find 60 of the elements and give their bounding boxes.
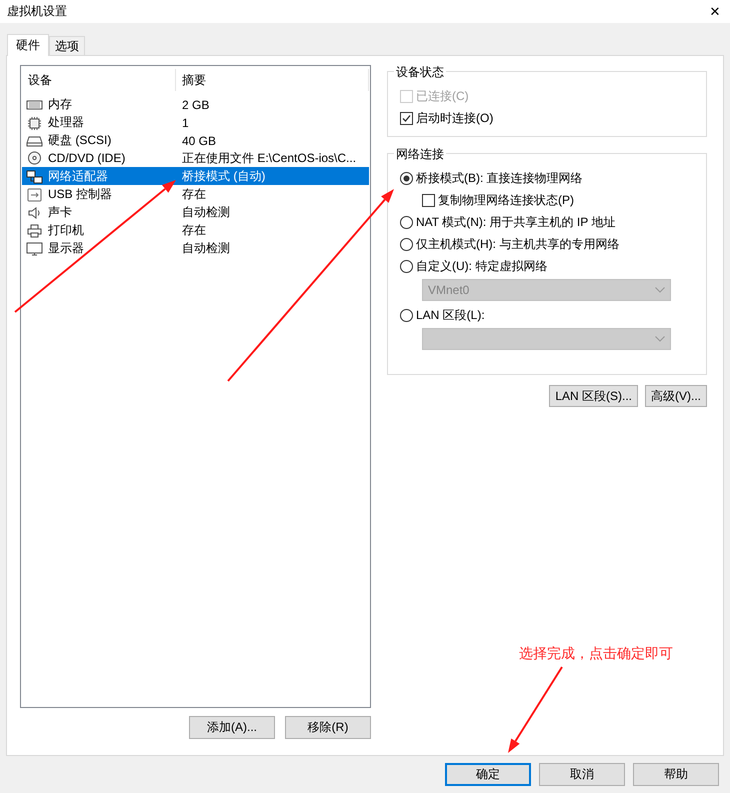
device-summary: 桥接模式 (自动)	[181, 168, 266, 185]
device-name: 内存	[47, 96, 73, 113]
list-row[interactable]: 显示器 自动检测	[22, 239, 369, 257]
tab[interactable]: 选项	[49, 36, 85, 55]
annotation-text: 选择完成，点击确定即可	[519, 645, 673, 663]
device-summary: 存在	[181, 186, 207, 203]
dialog-button[interactable]: 确定	[445, 763, 531, 786]
device-summary: 存在	[181, 222, 207, 239]
device-summary: 自动检测	[181, 204, 231, 221]
dialog-button[interactable]: 帮助	[633, 763, 719, 786]
chip-icon	[26, 116, 43, 130]
list-row[interactable]: 打印机 存在	[22, 221, 369, 239]
device-summary: 1	[181, 116, 190, 130]
checkbox-label[interactable]: 启动时连接(O)	[416, 110, 494, 126]
disc-icon	[26, 151, 43, 165]
device-name: 网络适配器	[47, 168, 109, 185]
radio-label[interactable]: 自定义(U): 特定虚拟网络	[416, 258, 548, 274]
column-header[interactable]: 摘要	[176, 69, 369, 91]
device-summary: 自动检测	[181, 240, 231, 257]
window-title: 虚拟机设置	[7, 3, 67, 20]
dialog-button[interactable]: LAN 区段(S)...	[549, 385, 638, 407]
list-row[interactable]: 网络适配器 桥接模式 (自动)	[22, 167, 369, 185]
caret-icon	[655, 287, 665, 293]
memory-icon	[26, 98, 43, 112]
drive-icon	[26, 134, 43, 148]
list-row[interactable]: USB 控制器 存在	[22, 185, 369, 203]
list-row[interactable]: 硬盘 (SCSI) 40 GB	[22, 131, 369, 149]
device-name: 显示器	[47, 240, 85, 257]
device-summary: 正在使用文件 E:\CentOS-ios\C...	[181, 150, 358, 166]
checkbox-label[interactable]: 复制物理网络连接状态(P)	[438, 192, 574, 208]
device-name: 处理器	[47, 114, 85, 131]
group-title: 设备状态	[394, 64, 446, 81]
device-name: USB 控制器	[47, 186, 114, 203]
column-header[interactable]: 设备	[22, 69, 176, 91]
close-button[interactable]: ✕	[700, 0, 730, 22]
usb-icon	[26, 188, 43, 202]
device-summary: 2 GB	[181, 98, 210, 112]
list-row[interactable]: 处理器 1	[22, 113, 369, 131]
device-name: CD/DVD (IDE)	[47, 150, 126, 166]
device-name: 硬盘 (SCSI)	[47, 132, 112, 149]
group-title: 网络连接	[394, 146, 446, 163]
tab[interactable]: 硬件	[7, 34, 49, 56]
radio-label[interactable]: 桥接模式(B): 直接连接物理网络	[416, 170, 583, 186]
monitor-icon	[26, 242, 43, 256]
printer-icon	[26, 224, 43, 238]
dialog-button[interactable]: 添加(A)...	[189, 716, 275, 739]
dialog-button[interactable]: 高级(V)...	[645, 385, 707, 407]
radio-label[interactable]: LAN 区段(L):	[416, 306, 485, 324]
device-summary: 40 GB	[181, 134, 218, 148]
caret-icon	[655, 336, 665, 342]
device-name: 声卡	[47, 204, 73, 221]
radio-label[interactable]: 仅主机模式(H): 与主机共享的专用网络	[416, 236, 620, 252]
list-row[interactable]: CD/DVD (IDE) 正在使用文件 E:\CentOS-ios\C...	[22, 149, 369, 167]
list-row[interactable]: 内存 2 GB	[22, 95, 369, 113]
device-name: 打印机	[47, 222, 85, 239]
dialog-button[interactable]: 移除(R)	[285, 716, 371, 739]
radio-label[interactable]: NAT 模式(N): 用于共享主机的 IP 地址	[416, 214, 616, 230]
dialog-button[interactable]: 取消	[539, 763, 625, 786]
list-row[interactable]: 声卡 自动检测	[22, 203, 369, 221]
network-icon	[26, 170, 43, 184]
